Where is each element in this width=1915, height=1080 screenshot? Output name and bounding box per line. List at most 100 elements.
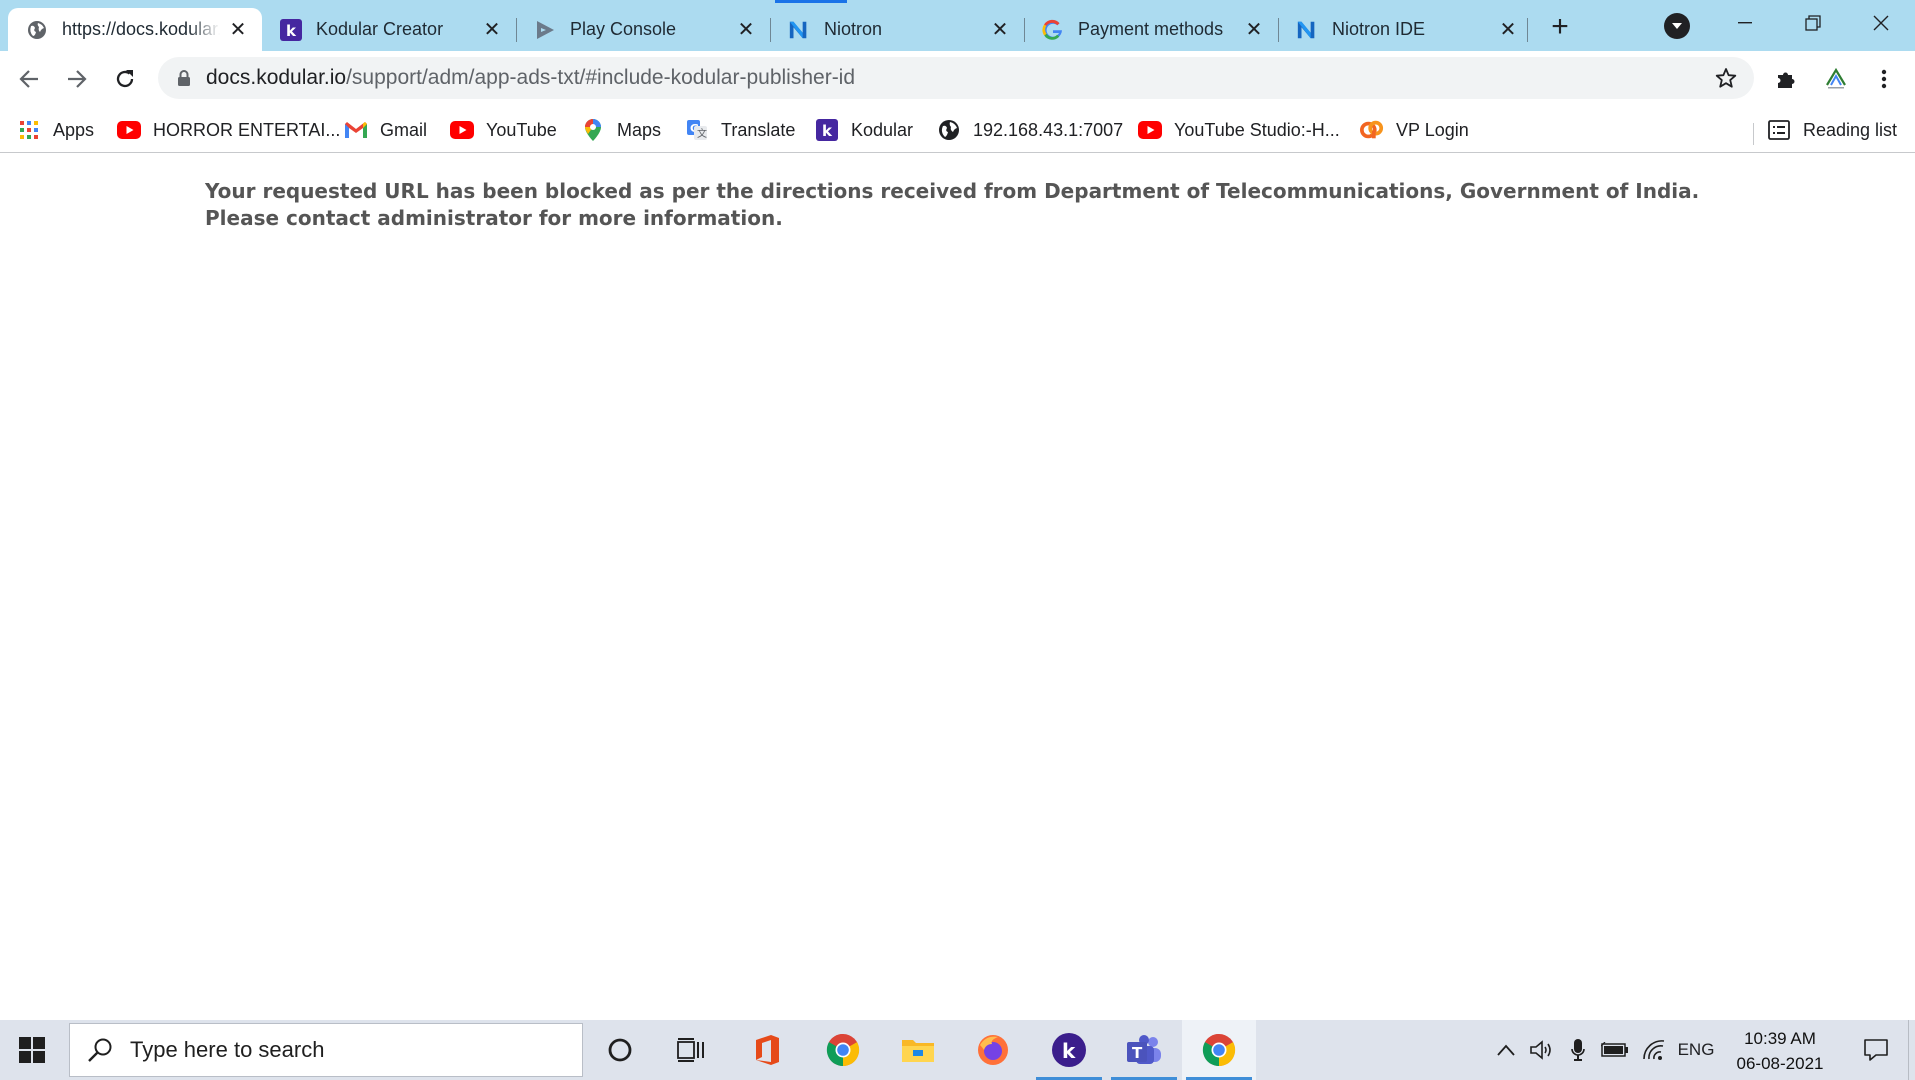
screen: https://docs.kodular.io/support/adm/app-… — [0, 0, 1915, 1080]
tab-title: https://docs.kodular.io/support/adm/app-… — [62, 19, 220, 39]
task-view-button[interactable] — [654, 1020, 728, 1080]
show-desktop-button[interactable] — [1908, 1020, 1915, 1080]
close-icon[interactable]: ✕ — [482, 19, 502, 41]
bookmark-maps[interactable]: Maps — [581, 116, 661, 144]
close-icon[interactable]: ✕ — [1498, 19, 1518, 41]
reload-icon — [116, 70, 134, 88]
bookmark-label: Translate — [721, 119, 796, 140]
close-icon — [1873, 15, 1889, 31]
clock-button[interactable]: 10:39 AM 06-08-2021 — [1720, 1026, 1840, 1076]
cortana-button[interactable] — [583, 1020, 657, 1080]
bookmark-label: YouTube — [486, 119, 557, 140]
task-view-icon — [677, 1038, 704, 1062]
bookmark-local-ip[interactable]: 192.168.43.1:7007 — [937, 116, 1123, 144]
start-button[interactable] — [0, 1020, 64, 1080]
office-icon — [756, 1035, 779, 1065]
action-center-button[interactable] — [1846, 1020, 1906, 1080]
bookmark-label: Apps — [53, 119, 95, 140]
tab-search-button[interactable] — [1664, 13, 1690, 39]
extensions-button[interactable] — [1771, 64, 1801, 94]
reading-list-icon — [1767, 118, 1791, 142]
close-icon[interactable]: ✕ — [736, 19, 756, 41]
battery-button[interactable] — [1600, 1020, 1630, 1080]
taskbar-search-box[interactable]: Type here to search — [69, 1023, 583, 1077]
tab-niotron[interactable]: Niotron ✕ — [770, 8, 1024, 51]
svg-text:T: T — [1132, 1044, 1143, 1062]
taskbar-teams[interactable]: T — [1107, 1020, 1181, 1080]
reload-button[interactable] — [107, 61, 143, 97]
bookmark-label: Kodular — [851, 119, 914, 140]
bookmark-youtube[interactable]: YouTube — [450, 116, 557, 144]
network-button[interactable] — [1640, 1020, 1668, 1080]
taskbar-office[interactable] — [730, 1020, 804, 1080]
bookmark-vp-login[interactable]: VP Login — [1360, 116, 1469, 144]
niotron-icon — [1296, 19, 1318, 41]
chrome-menu-button[interactable] — [1869, 64, 1899, 94]
tab-title: Payment methods — [1078, 19, 1224, 39]
lock-icon — [176, 68, 192, 88]
clock-date: 06-08-2021 — [1736, 1054, 1824, 1073]
tab-niotron-ide[interactable]: Niotron IDE ✕ — [1278, 8, 1532, 51]
bookmark-apps[interactable]: Apps — [17, 116, 94, 144]
microphone-button[interactable] — [1566, 1020, 1590, 1080]
tab-payment-methods[interactable]: Payment methods ✕ — [1024, 8, 1278, 51]
taskbar-chrome[interactable] — [806, 1020, 880, 1080]
bookmark-translate[interactable]: G文 Translate — [685, 116, 795, 144]
chrome-icon — [1202, 1033, 1236, 1067]
bookmarks-separator — [1753, 123, 1754, 145]
close-window-button[interactable] — [1858, 8, 1904, 38]
microphone-icon — [1571, 1039, 1585, 1061]
play-console-icon — [534, 19, 556, 41]
bookmark-horror-entertainment[interactable]: HORROR ENTERTAI... — [117, 116, 340, 144]
volume-button[interactable] — [1528, 1020, 1556, 1080]
tab-title: Play Console — [570, 19, 677, 39]
taskbar-file-explorer[interactable] — [881, 1020, 955, 1080]
restore-button[interactable] — [1790, 8, 1836, 38]
tab-play-console[interactable]: Play Console ✕ — [516, 8, 770, 51]
puzzle-icon — [1778, 72, 1795, 88]
bookmarks-bar: Apps HORROR ENTERTAI... Gmail YouTube Ma — [0, 107, 1915, 153]
language-label: ENG — [1677, 1040, 1715, 1059]
svg-text:k: k — [286, 22, 297, 40]
show-hidden-icons-button[interactable] — [1494, 1020, 1518, 1080]
google-g-icon — [1042, 19, 1064, 41]
taskbar-chrome-active[interactable] — [1182, 1020, 1256, 1080]
wifi-icon — [1643, 1040, 1665, 1060]
close-icon[interactable]: ✕ — [228, 19, 248, 41]
tab-strip: https://docs.kodular.io/support/adm/app-… — [0, 0, 1915, 51]
youtube-icon — [117, 118, 141, 142]
gmail-icon — [344, 118, 368, 142]
input-language-button[interactable]: ENG — [1676, 1020, 1716, 1080]
tab-kodular-creator[interactable]: k Kodular Creator ✕ — [262, 8, 516, 51]
notification-icon — [1864, 1039, 1888, 1061]
clock-time: 10:39 AM — [1744, 1029, 1816, 1048]
reading-list-button[interactable]: Reading list — [1767, 116, 1897, 144]
forward-button[interactable] — [59, 61, 95, 97]
minimize-button[interactable] — [1722, 8, 1768, 38]
svg-text:文: 文 — [697, 127, 707, 140]
tab-docs-kodular[interactable]: https://docs.kodular.io/support/adm/app-… — [8, 8, 262, 51]
windows-taskbar: Type here to search k T ENG 10:39 AM 06-… — [0, 1020, 1915, 1080]
arrow-right-icon — [68, 70, 87, 88]
bookmark-star-icon[interactable] — [1714, 66, 1738, 90]
bookmark-youtube-studio[interactable]: YouTube Studio:-H... — [1138, 116, 1340, 144]
youtube-icon — [1138, 118, 1162, 142]
cortana-circle-icon — [608, 1038, 632, 1062]
taskbar-kodular[interactable]: k — [1032, 1020, 1106, 1080]
new-tab-button[interactable]: + — [1544, 10, 1576, 43]
folder-icon — [902, 1040, 934, 1062]
close-icon[interactable]: ✕ — [990, 19, 1010, 41]
bookmark-gmail[interactable]: Gmail — [344, 116, 427, 144]
windows-logo-icon — [19, 1037, 45, 1063]
svg-text:k: k — [822, 122, 833, 140]
url-path: /support/adm/app-ads-txt/#include-kodula… — [346, 66, 856, 89]
taskbar-firefox[interactable] — [956, 1020, 1030, 1080]
chevron-down-icon — [1672, 23, 1682, 29]
close-icon[interactable]: ✕ — [1244, 19, 1264, 41]
bookmark-label: Gmail — [380, 119, 428, 140]
profile-avatar[interactable] — [1821, 64, 1851, 94]
address-bar[interactable]: docs.kodular.io/support/adm/app-ads-txt/… — [158, 57, 1754, 99]
back-button[interactable] — [11, 61, 47, 97]
maps-pin-icon — [581, 118, 605, 142]
bookmark-kodular[interactable]: k Kodular — [815, 116, 913, 144]
